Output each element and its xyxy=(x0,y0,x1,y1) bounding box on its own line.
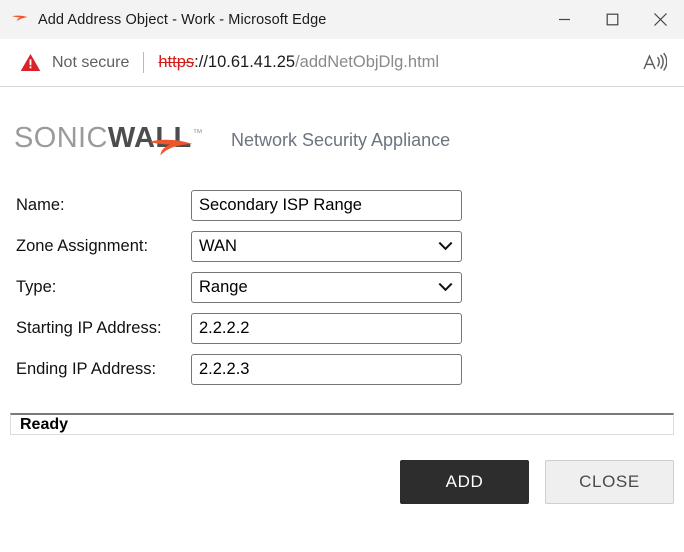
starting-ip-address-input[interactable] xyxy=(191,312,462,344)
page-content: SONICWALL™ Network Security Appliance Na… xyxy=(0,87,684,552)
logo-wall: WALL xyxy=(107,122,192,154)
url-scheme: https xyxy=(158,53,195,71)
brand-header: SONICWALL™ Network Security Appliance xyxy=(0,87,684,156)
close-icon xyxy=(653,13,667,26)
url-path: /addNetObjDlg.html xyxy=(295,53,440,71)
close-dialog-button[interactable]: CLOSE xyxy=(545,460,674,504)
browser-window: Add Address Object - Work - Microsoft Ed… xyxy=(0,0,684,552)
brand-tagline: Network Security Appliance xyxy=(231,130,451,150)
form-row-name: Name: xyxy=(0,185,684,225)
zone-assignment-value: WAN xyxy=(191,230,462,262)
maximize-button[interactable] xyxy=(588,0,636,39)
dialog-actions: ADD CLOSE xyxy=(0,460,684,504)
close-button[interactable] xyxy=(636,0,684,39)
logo-text: SONICWALL™ xyxy=(14,122,203,154)
maximize-icon xyxy=(606,13,618,26)
type-value: Range xyxy=(191,271,462,303)
status-bar: Ready xyxy=(10,413,674,435)
form-row-ending-ip-address: Ending IP Address: xyxy=(0,349,684,389)
url-text[interactable]: https://10.61.41.25/addNetObjDlg.html xyxy=(158,53,439,72)
label-zone-assignment: Zone Assignment: xyxy=(16,236,149,255)
minimize-icon xyxy=(558,18,570,21)
add-button[interactable]: ADD xyxy=(400,460,529,504)
window-controls xyxy=(540,0,684,39)
form-row-type: Type: Range xyxy=(0,267,684,307)
sonicwall-logo: SONICWALL™ xyxy=(14,122,203,156)
title-bar: Add Address Object - Work - Microsoft Ed… xyxy=(0,0,684,39)
logo-sonic: SONIC xyxy=(14,122,108,154)
url-host: ://10.61.41.25 xyxy=(194,53,296,71)
form-row-zone-assignment: Zone Assignment: WAN xyxy=(0,226,684,266)
label-ending-ip-address: Ending IP Address: xyxy=(16,359,157,378)
address-bar[interactable]: Not secure https://10.61.41.25/addNetObj… xyxy=(0,39,684,87)
name-input[interactable] xyxy=(191,189,462,221)
logo-trademark: ™ xyxy=(192,128,203,140)
window-title: Add Address Object - Work - Microsoft Ed… xyxy=(38,11,327,28)
not-secure-warning-icon[interactable] xyxy=(20,53,41,72)
type-select[interactable]: Range xyxy=(191,271,462,303)
label-name: Name: xyxy=(16,195,65,214)
sonicwall-swoosh-icon xyxy=(12,15,28,21)
minimize-button[interactable] xyxy=(540,0,588,39)
zone-assignment-select[interactable]: WAN xyxy=(191,230,462,262)
read-aloud-icon[interactable] xyxy=(642,52,667,74)
status-message: Ready xyxy=(20,415,69,433)
ending-ip-address-input[interactable] xyxy=(191,353,462,385)
security-status-label: Not secure xyxy=(52,53,130,71)
label-type: Type: xyxy=(16,277,57,296)
address-bar-divider xyxy=(143,52,145,73)
label-starting-ip-address: Starting IP Address: xyxy=(16,318,162,337)
form-row-starting-ip-address: Starting IP Address: xyxy=(0,308,684,348)
address-object-form: Name: Zone Assignment: WAN Type: Range xyxy=(0,185,684,389)
